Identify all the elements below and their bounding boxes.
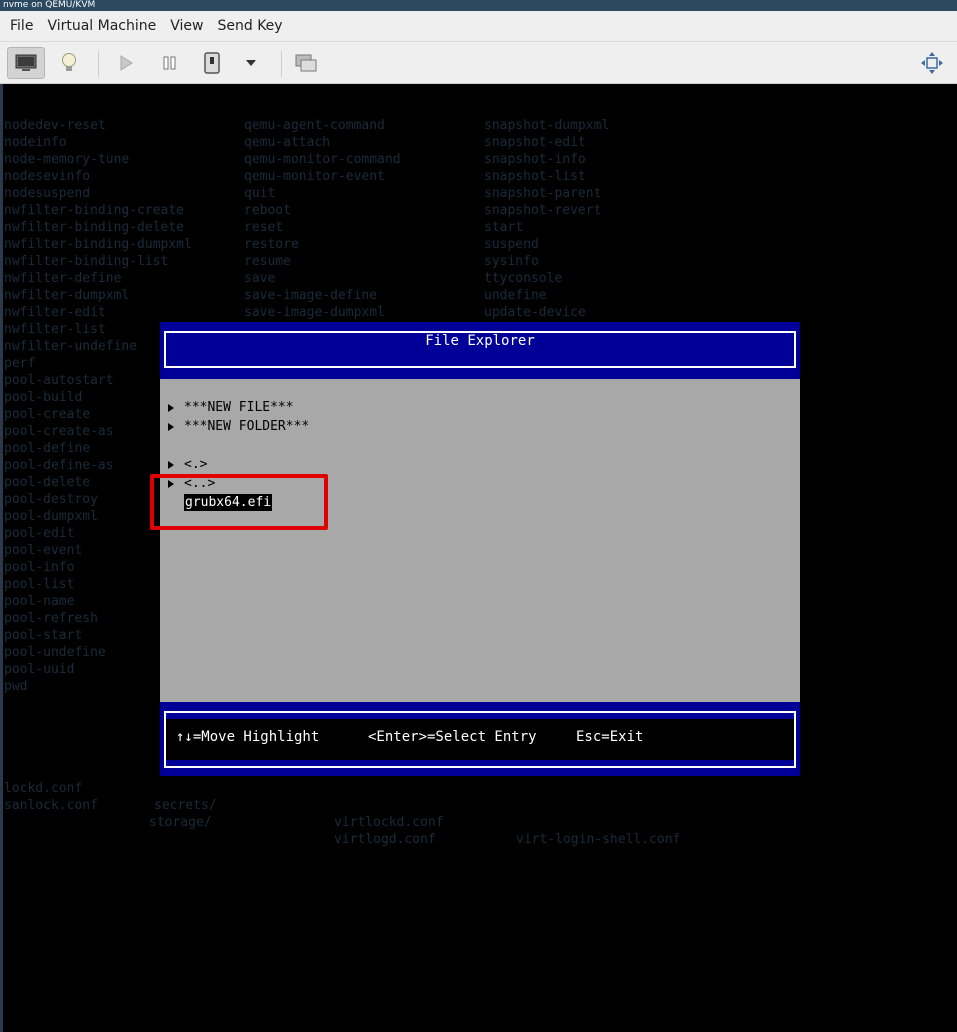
console-file: sanlock.conf — [4, 798, 98, 813]
entry-new-folder[interactable]: ***NEW FOLDER*** — [168, 418, 309, 435]
menu-virtual-machine[interactable]: Virtual Machine — [41, 18, 162, 34]
dialog-header-frame: File Explorer — [164, 331, 796, 368]
console-line: ttyconsole — [484, 271, 563, 286]
file-explorer-dialog: File Explorer ***NEW FILE*** ***NEW FOLD… — [160, 322, 800, 776]
screen-edge — [0, 84, 3, 1032]
screenshot-icon[interactable] — [287, 47, 325, 79]
console-file: storage/ — [149, 815, 212, 830]
console-bottom-row-2: sanlock.conf storage/ virtlogd.conf — [4, 780, 957, 865]
menu-view[interactable]: View — [164, 18, 209, 34]
pause-icon[interactable] — [151, 47, 189, 79]
console-line: nwfilter-binding-create — [4, 203, 185, 218]
console-line: resume — [244, 254, 291, 269]
triangle-right-icon — [168, 460, 174, 469]
toolbar-separator — [98, 51, 99, 77]
console-line: snapshot-list — [484, 169, 586, 184]
dialog-title: File Explorer — [425, 333, 535, 349]
triangle-right-icon — [168, 422, 174, 431]
triangle-right-icon — [168, 403, 174, 412]
toolbar — [0, 42, 957, 84]
menu-send-key[interactable]: Send Key — [211, 18, 288, 34]
console-line: qemu-monitor-event — [244, 169, 385, 184]
console-line: nodesevinfo — [4, 169, 91, 184]
entry-current-dir[interactable]: <.> — [168, 456, 207, 473]
entry-new-file[interactable]: ***NEW FILE*** — [168, 399, 294, 416]
console-line: save-image-define — [244, 288, 378, 303]
help-exit: Esc=Exit — [576, 729, 644, 745]
chevron-down-icon[interactable] — [232, 47, 270, 79]
help-bar: ↑↓=Move Highlight <Enter>=Select Entry E… — [166, 719, 794, 760]
console-line: quit — [244, 186, 276, 201]
play-icon[interactable] — [107, 47, 145, 79]
console-line: nwfilter-binding-delete — [4, 220, 185, 235]
console-line: snapshot-edit — [484, 135, 586, 150]
console-line: nwfilter-binding-list — [4, 254, 169, 269]
fullscreen-icon[interactable] — [913, 47, 951, 79]
console-line: save-image-dumpxml — [244, 305, 385, 320]
console-line: snapshot-dumpxml — [484, 118, 610, 133]
console-line: snapshot-revert — [484, 203, 602, 218]
console-line: restore — [244, 237, 299, 252]
console-line: nodesuspend — [4, 186, 91, 201]
console-line: qemu-attach — [244, 135, 331, 150]
console-line: update-device — [484, 305, 586, 320]
console-line: qemu-monitor-command — [244, 152, 401, 167]
console-file: virtlogd.conf — [334, 832, 436, 847]
console-line: nwfilter-define — [4, 271, 122, 286]
toolbar-separator — [281, 51, 282, 77]
console-line: nwfilter-edit — [4, 305, 106, 320]
console-line: nodedev-reset — [4, 118, 106, 133]
selection-highlight-annotation — [150, 474, 328, 530]
console-line: start — [484, 220, 524, 235]
console-line: reboot — [244, 203, 291, 218]
console-line: node-memory-tune — [4, 152, 130, 167]
console-line: save — [244, 271, 276, 286]
menubar: File Virtual Machine View Send Key — [0, 11, 957, 42]
console-line: nwfilter-binding-dumpxml — [4, 237, 192, 252]
dialog-header: File Explorer — [160, 322, 800, 379]
entry-label: ***NEW FOLDER*** — [184, 419, 310, 434]
dialog-footer: ↑↓=Move Highlight <Enter>=Select Entry E… — [160, 702, 800, 776]
window-title: nvme on QEMU/KVM — [0, 0, 957, 11]
console-line: qemu-agent-command — [244, 118, 385, 133]
power-icon[interactable] — [193, 47, 231, 79]
monitor-icon[interactable] — [7, 47, 45, 79]
console-line: nodeinfo — [4, 135, 67, 150]
console-line: reset — [244, 220, 284, 235]
entry-label: <.> — [184, 457, 208, 472]
help-move: ↑↓=Move Highlight — [176, 729, 320, 745]
console-line: sysinfo — [484, 254, 539, 269]
console-line: snapshot-info — [484, 152, 586, 167]
file-list: ***NEW FILE*** ***NEW FOLDER*** <.> <..>… — [160, 379, 800, 702]
console-line: snapshot-parent — [484, 186, 602, 201]
entry-label: ***NEW FILE*** — [184, 400, 294, 415]
console-line: nwfilter-dumpxml — [4, 288, 130, 303]
help-select: <Enter>=Select Entry — [368, 729, 537, 745]
menu-file[interactable]: File — [4, 18, 39, 34]
lightbulb-icon[interactable] — [50, 47, 88, 79]
console-line: suspend — [484, 237, 539, 252]
console-line: undefine — [484, 288, 547, 303]
